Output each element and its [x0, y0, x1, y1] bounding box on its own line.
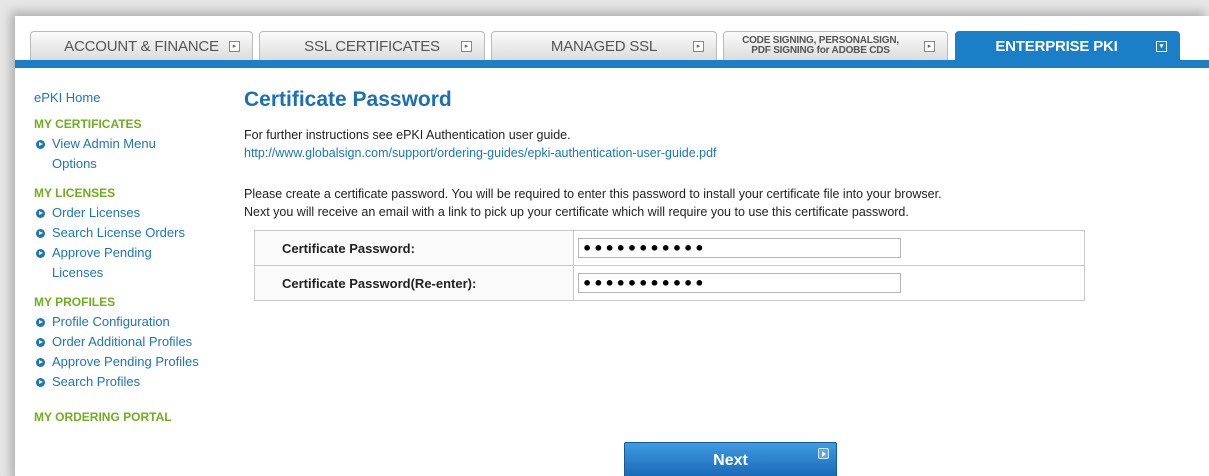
- tab-label: SSL CERTIFICATES: [304, 37, 440, 55]
- app-frame: ACCOUNT & FINANCE ▸ SSL CERTIFICATES ▸ M…: [15, 16, 1209, 476]
- tab-enterprise-pki[interactable]: ENTERPRISE PKI ▾: [955, 31, 1180, 61]
- sidebar-item-label: Profile Configuration: [52, 314, 170, 329]
- instructions-text: For further instructions see ePKI Authen…: [244, 128, 571, 142]
- arrow-bullet-icon: [36, 358, 45, 367]
- sidebar-item-view-admin-menu[interactable]: View Admin Menu Options: [34, 134, 234, 174]
- sidebar-heading: MY CERTIFICATES: [34, 117, 142, 131]
- password-explanation: Please create a certificate password. Yo…: [244, 184, 1174, 222]
- sidebar-item-search-license-orders[interactable]: Search License Orders: [34, 223, 234, 243]
- arrow-bullet-icon: [36, 338, 45, 347]
- sidebar-heading: MY ORDERING PORTAL: [34, 410, 172, 424]
- next-button[interactable]: Next: [624, 442, 837, 476]
- tab-expand-icon: ▸: [924, 41, 935, 52]
- arrow-bullet-icon: [36, 140, 45, 149]
- sidebar-item-order-licenses[interactable]: Order Licenses: [34, 203, 234, 223]
- password-reenter-label: Certificate Password(Re-enter):: [254, 265, 574, 301]
- tab-underline: [15, 60, 1209, 68]
- arrow-bullet-icon: [36, 229, 45, 238]
- tab-account-finance[interactable]: ACCOUNT & FINANCE ▸: [30, 31, 253, 60]
- sidebar-section-licenses: MY LICENSES Order Licenses Search Licens…: [34, 186, 234, 283]
- tab-label: ACCOUNT & FINANCE: [64, 37, 219, 55]
- tab-managed-ssl[interactable]: MANAGED SSL ▸: [491, 31, 717, 60]
- sidebar-heading: MY LICENSES: [34, 186, 116, 200]
- sidebar-item-approve-pending-profiles[interactable]: Approve Pending Profiles: [34, 352, 234, 372]
- sidebar-item-profile-configuration[interactable]: Profile Configuration: [34, 312, 234, 332]
- tab-label-line2: PDF SIGNING for ADOBE CDS: [751, 45, 890, 56]
- main-content: Certificate Password For further instruc…: [244, 88, 1174, 476]
- instructions-block: For further instructions see ePKI Authen…: [244, 126, 1174, 162]
- sidebar-item-label: Approve Pending Licenses: [52, 245, 152, 280]
- arrow-bullet-icon: [36, 209, 45, 218]
- password-reenter-cell: [573, 265, 1085, 301]
- sidebar: ePKI Home MY CERTIFICATES View Admin Men…: [34, 90, 234, 436]
- tab-label: MANAGED SSL: [550, 37, 658, 55]
- certificate-password-reenter-input[interactable]: [578, 273, 901, 293]
- table-row: Certificate Password:: [254, 230, 1085, 266]
- tab-code-signing[interactable]: CODE SIGNING, PERSONALSIGN, PDF SIGNING …: [723, 31, 948, 60]
- sidebar-section-certificates: MY CERTIFICATES View Admin Menu Options: [34, 117, 234, 174]
- arrow-bullet-icon: [36, 249, 45, 258]
- arrow-right-icon: [818, 448, 829, 459]
- tab-expand-icon: ▸: [461, 41, 472, 52]
- sidebar-item-label: Approve Pending Profiles: [52, 354, 199, 369]
- certificate-password-input[interactable]: [578, 238, 901, 258]
- sidebar-item-approve-pending-licenses[interactable]: Approve Pending Licenses: [34, 243, 234, 283]
- tab-label: ENTERPRISE PKI: [995, 38, 1118, 55]
- sidebar-item-order-additional-profiles[interactable]: Order Additional Profiles: [34, 332, 234, 352]
- sidebar-item-label: View Admin Menu Options: [52, 136, 156, 171]
- arrow-bullet-icon: [36, 378, 45, 387]
- tab-ssl-certificates[interactable]: SSL CERTIFICATES ▸: [259, 31, 485, 60]
- tab-expand-icon: ▸: [693, 41, 704, 52]
- sidebar-section-ordering-portal: MY ORDERING PORTAL: [34, 410, 234, 424]
- user-guide-link[interactable]: http://www.globalsign.com/support/orderi…: [244, 146, 717, 160]
- page-title: Certificate Password: [244, 88, 452, 111]
- password-cell: [573, 230, 1085, 266]
- sidebar-item-label: Order Licenses: [52, 205, 141, 220]
- explanation-line-1: Please create a certificate password. Yo…: [244, 187, 942, 201]
- tab-collapse-icon: ▾: [1156, 41, 1167, 52]
- sidebar-heading: MY PROFILES: [34, 295, 116, 309]
- password-label: Certificate Password:: [254, 230, 574, 266]
- explanation-line-2: Next you will receive an email with a li…: [244, 205, 909, 219]
- password-form-table: Certificate Password: Certificate Passwo…: [254, 230, 1085, 301]
- sidebar-section-profiles: MY PROFILES Profile Configuration Order …: [34, 295, 234, 392]
- table-row: Certificate Password(Re-enter):: [254, 265, 1085, 301]
- tab-expand-icon: ▸: [229, 41, 240, 52]
- sidebar-item-label: Search Profiles: [52, 374, 141, 389]
- sidebar-item-label: Order Additional Profiles: [52, 334, 193, 349]
- tab-bar: ACCOUNT & FINANCE ▸ SSL CERTIFICATES ▸ M…: [15, 16, 1209, 68]
- arrow-bullet-icon: [36, 318, 45, 327]
- sidebar-home-link[interactable]: ePKI Home: [34, 90, 234, 105]
- tab-label: CODE SIGNING, PERSONALSIGN, PDF SIGNING …: [742, 36, 899, 56]
- sidebar-item-label: Search License Orders: [52, 225, 185, 240]
- next-button-label: Next: [713, 452, 748, 469]
- sidebar-item-search-profiles[interactable]: Search Profiles: [34, 372, 234, 392]
